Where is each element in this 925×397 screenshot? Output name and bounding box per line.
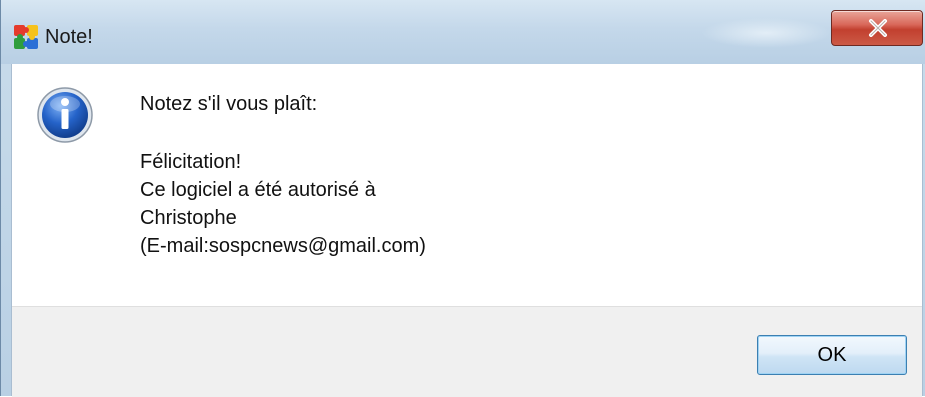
message-congrats: Félicitation! [140,151,242,173]
message-license-line: Ce logiciel a été autorisé à [140,179,376,201]
message-spacer [140,118,426,148]
title-bar[interactable]: Note! [1,0,925,64]
dialog-content: Notez s'il vous plaît: Félicitation! Ce … [11,64,923,397]
message-email: (E-mail:sospcnews@gmail.com) [140,235,426,257]
message-heading: Notez s'il vous plaît: [140,93,318,115]
close-button[interactable] [831,10,923,46]
message-text: Notez s'il vous plaît: Félicitation! Ce … [140,90,426,260]
window-title: Note! [45,26,93,48]
information-icon [36,86,94,144]
close-x-icon [869,19,887,37]
message-licensee-name: Christophe [140,207,237,229]
ok-button[interactable]: OK [757,335,907,375]
button-area: OK [12,306,922,397]
title-glow [701,18,831,48]
app-puzzle-icon [13,24,39,50]
dialog-window: Note! Notez s'il vous plaît: Félicitatio… [0,0,925,397]
